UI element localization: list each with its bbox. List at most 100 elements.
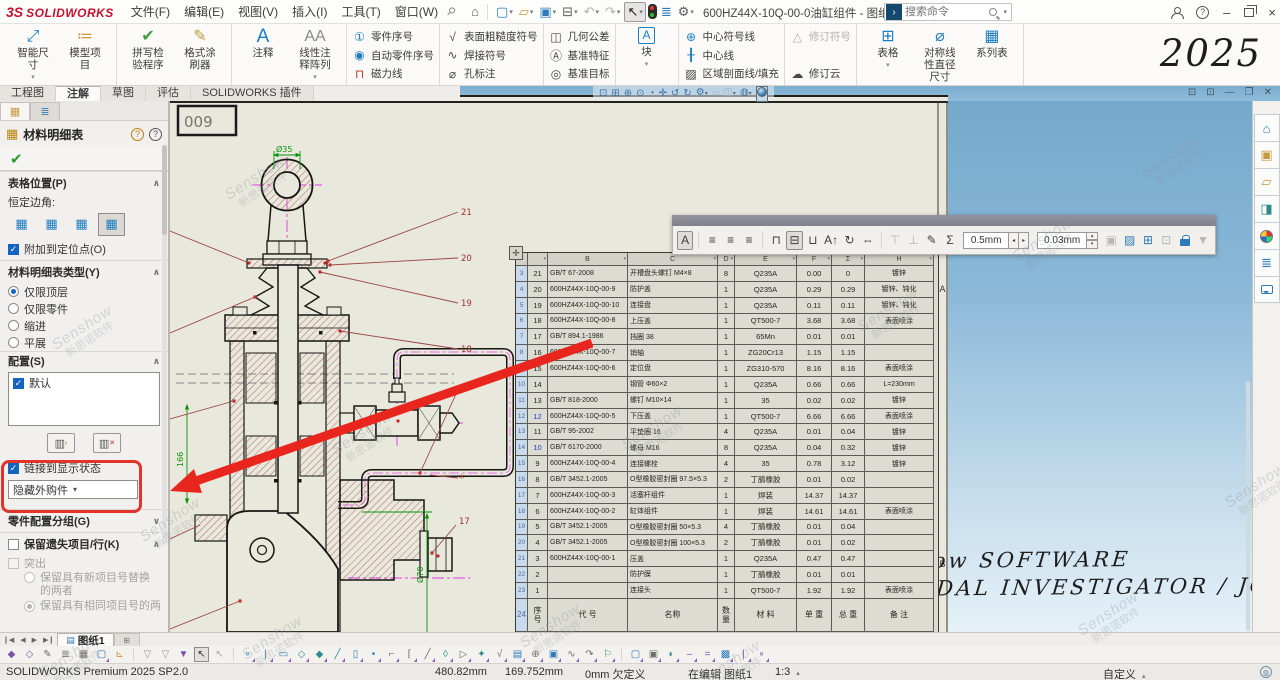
bom-cell[interactable]: 600HZ44X-10Q-00-3 bbox=[548, 488, 628, 504]
bom-cell[interactable]: 17 bbox=[528, 329, 548, 345]
format-painter-button[interactable]: ✎格式涂刷器 bbox=[174, 26, 226, 71]
align-left-icon[interactable]: ≡ bbox=[704, 231, 720, 250]
bom-cell[interactable]: 3.68 bbox=[797, 314, 832, 330]
bom-cell[interactable]: 0.47 bbox=[832, 551, 865, 567]
bom-cell[interactable]: 14.37 bbox=[832, 488, 865, 504]
bom-cell[interactable]: 螺钉 M10×14 bbox=[628, 393, 718, 409]
model-items-button[interactable]: ≔模型项目 bbox=[59, 26, 111, 71]
bom-cell[interactable]: 15 bbox=[516, 456, 528, 472]
bom-cell[interactable]: 17 bbox=[516, 488, 528, 504]
snap-dot-icon[interactable]: • bbox=[366, 647, 381, 662]
eraser-icon[interactable]: ◆ bbox=[4, 647, 19, 662]
bom-footer-cell[interactable]: 总 重 bbox=[832, 599, 865, 632]
bom-cell[interactable]: 14.37 bbox=[797, 488, 832, 504]
pane-right-icon[interactable]: ⊡ bbox=[1206, 87, 1214, 98]
appearance-sphere-icon[interactable] bbox=[756, 86, 768, 102]
bom-cell[interactable]: 600HZ44X-10Q-00-5 bbox=[548, 409, 628, 425]
snap-sheet-icon[interactable]: ▢ bbox=[628, 647, 643, 662]
panel-help-icon[interactable]: ? bbox=[149, 128, 162, 141]
first-sheet-icon[interactable]: ❙◀ bbox=[0, 636, 17, 644]
bom-cell[interactable]: 防护膜 bbox=[628, 567, 718, 583]
bom-cell[interactable]: 0.02 bbox=[832, 393, 865, 409]
save-icon[interactable]: ▣▾ bbox=[537, 2, 558, 22]
bom-cell[interactable]: 8 bbox=[528, 472, 548, 488]
bom-cell[interactable]: 1 bbox=[718, 409, 735, 425]
bom-cell[interactable]: 0.47 bbox=[797, 551, 832, 567]
bom-cell[interactable]: 1 bbox=[718, 314, 735, 330]
bom-cell[interactable] bbox=[548, 583, 628, 599]
graphics-viewport[interactable]: A B 009 bbox=[170, 101, 1252, 632]
symmetric-linear-diameter-dimension-button[interactable]: ⌀对称线性直径尺寸 bbox=[914, 26, 966, 83]
bom-cell[interactable]: QT500-7 bbox=[735, 583, 797, 599]
bom-cell[interactable] bbox=[865, 567, 934, 583]
smart-dimension-button[interactable]: ⤢智能尺寸▾ bbox=[7, 26, 59, 84]
note-button[interactable]: A注释 bbox=[237, 26, 289, 59]
table-shading-icon[interactable]: ▨ bbox=[1121, 231, 1137, 250]
options-gear-icon[interactable]: ⚙▾ bbox=[676, 2, 696, 22]
user-account-icon[interactable] bbox=[1171, 7, 1182, 18]
bom-cell[interactable]: 1 bbox=[718, 567, 735, 583]
bom-cell[interactable]: GB/T 3452.1-2005 bbox=[548, 535, 628, 551]
snap-corner-icon[interactable]: ⌐ bbox=[384, 647, 399, 662]
tab-property-manager[interactable]: ▦ bbox=[0, 102, 30, 120]
bom-table[interactable]: ✛ ▾B▾C▾D▾E▾F▾Σ▾H▾321GB/T 67-2008开槽盘头螺钉 M… bbox=[515, 252, 939, 632]
tables-button[interactable]: ⊞表格▾ bbox=[862, 26, 914, 72]
bom-cell[interactable]: 丁腈橡胶 bbox=[735, 567, 797, 583]
menu-item-3[interactable]: 插入(I) bbox=[285, 0, 334, 23]
bom-cell[interactable]: 镀锌、钝化 bbox=[865, 282, 934, 298]
align-top-icon[interactable]: ⊓ bbox=[768, 231, 784, 250]
bom-cell[interactable]: 15 bbox=[528, 361, 548, 377]
config-show-button[interactable]: ▥› bbox=[47, 433, 75, 453]
doc-minimize-icon[interactable]: — bbox=[1225, 87, 1235, 98]
bom-cell[interactable]: 22 bbox=[516, 567, 528, 583]
ok-check-icon[interactable]: ✔ bbox=[10, 150, 23, 168]
bom-cell[interactable]: 0.29 bbox=[832, 282, 865, 298]
doc-close-icon[interactable]: ✕ bbox=[1264, 87, 1272, 98]
area-hatch-fill-button[interactable]: ▨区域剖面线/填充 bbox=[684, 65, 779, 82]
bom-cell[interactable]: 2 bbox=[718, 535, 735, 551]
last-sheet-icon[interactable]: ▶❙ bbox=[40, 636, 57, 644]
align-right-icon[interactable]: ≡ bbox=[741, 231, 757, 250]
bom-cell[interactable]: 连接头 bbox=[628, 583, 718, 599]
lock-table-icon[interactable] bbox=[1176, 231, 1192, 250]
bom-cell[interactable]: 14 bbox=[516, 440, 528, 456]
filter-edges-icon[interactable]: ▽ bbox=[158, 647, 173, 662]
bom-cell[interactable]: 0.02 bbox=[832, 535, 865, 551]
unmerge-cells-icon[interactable]: ⊥ bbox=[905, 231, 921, 250]
bom-cell[interactable] bbox=[865, 520, 934, 536]
layer-list-icon[interactable]: ≣ bbox=[58, 647, 73, 662]
zoom-selection-icon[interactable]: ⊙ bbox=[636, 87, 644, 100]
rotate-text-icon[interactable]: ↻ bbox=[841, 231, 857, 250]
bom-cell[interactable]: 表面喷涂 bbox=[865, 583, 934, 599]
pane-left-icon[interactable]: ⊡ bbox=[1188, 87, 1196, 98]
bom-cell[interactable]: 连接盘 bbox=[628, 298, 718, 314]
align-bottom-icon[interactable]: ⊔ bbox=[805, 231, 821, 250]
corner-top-right-button[interactable]: ▦ bbox=[38, 213, 65, 236]
align-center-icon[interactable]: ≡ bbox=[723, 231, 739, 250]
filter-active-icon[interactable]: ▼ bbox=[176, 647, 191, 662]
tabulated-table-button[interactable]: ▦系列表 bbox=[966, 26, 1018, 59]
bom-cell[interactable]: 600HZ44X-10Q-00-7 bbox=[548, 345, 628, 361]
snap-box-icon[interactable]: ▣ bbox=[546, 647, 561, 662]
bom-cell[interactable]: 11 bbox=[516, 393, 528, 409]
menu-item-5[interactable]: 窗口(W) bbox=[388, 0, 445, 23]
bom-type-header[interactable]: 材料明细表类型(Y)∧ bbox=[0, 261, 168, 283]
bom-cell[interactable]: GB/T 894.1-1986 bbox=[548, 329, 628, 345]
bom-cell[interactable]: 1 bbox=[718, 345, 735, 361]
bom-cell[interactable]: 缸体组件 bbox=[628, 504, 718, 520]
bom-cell[interactable]: 19 bbox=[516, 520, 528, 536]
snap-wave-icon[interactable]: ∿ bbox=[564, 647, 579, 662]
bom-cell[interactable]: 1.92 bbox=[832, 583, 865, 599]
bom-cell[interactable]: 0.04 bbox=[832, 520, 865, 536]
snap-frame-icon[interactable]: ▣ bbox=[646, 647, 661, 662]
select-cursor-icon[interactable]: ↖▾ bbox=[624, 2, 645, 22]
hole-callout-button[interactable]: ⌀孔标注 bbox=[445, 65, 538, 82]
bom-cell[interactable]: 0.02 bbox=[832, 472, 865, 488]
bom-cell[interactable]: 14 bbox=[528, 377, 548, 393]
next-sheet-icon[interactable]: ▶ bbox=[29, 636, 40, 644]
command-tab-1[interactable]: 注解 bbox=[56, 86, 101, 101]
bom-footer-cell[interactable]: 材 料 bbox=[735, 599, 797, 632]
bom-cell[interactable]: ZG20Cr13 bbox=[735, 345, 797, 361]
bom-cell[interactable]: QT500-7 bbox=[735, 409, 797, 425]
bom-cell[interactable]: 平垫圈 16 bbox=[628, 424, 718, 440]
